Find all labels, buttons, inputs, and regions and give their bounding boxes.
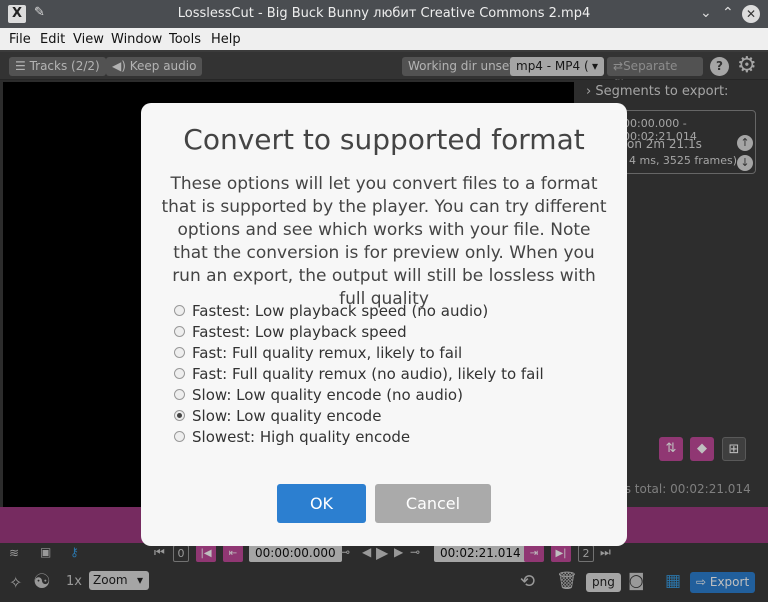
- maximize-icon[interactable]: ⌃: [722, 5, 734, 21]
- option-slow-no-audio[interactable]: Slow: Low quality encode (no audio): [174, 384, 544, 405]
- menu-window[interactable]: Window: [111, 32, 162, 47]
- close-icon[interactable]: ✕: [742, 5, 760, 23]
- menu-help[interactable]: Help: [211, 32, 241, 47]
- menu-tools[interactable]: Tools: [169, 32, 201, 47]
- menu-edit[interactable]: Edit: [40, 32, 65, 47]
- option-fastest[interactable]: Fastest: Low playback speed: [174, 321, 544, 342]
- radio-button[interactable]: [174, 368, 185, 379]
- menu-view[interactable]: View: [73, 32, 104, 47]
- option-slowest-high-quality[interactable]: Slowest: High quality encode: [174, 426, 544, 447]
- menu-file[interactable]: File: [9, 32, 31, 47]
- option-label: Slow: Low quality encode (no audio): [192, 385, 463, 404]
- conversion-options: Fastest: Low playback speed (no audio) F…: [174, 300, 544, 447]
- option-label: Fast: Full quality remux, likely to fail: [192, 343, 463, 362]
- option-fastest-no-audio[interactable]: Fastest: Low playback speed (no audio): [174, 300, 544, 321]
- radio-button-checked[interactable]: [174, 410, 185, 421]
- radio-button[interactable]: [174, 326, 185, 337]
- radio-button[interactable]: [174, 347, 185, 358]
- dialog-title: Convert to supported format: [183, 123, 585, 156]
- option-label: Slow: Low quality encode: [192, 406, 382, 425]
- radio-button[interactable]: [174, 431, 185, 442]
- radio-button[interactable]: [174, 389, 185, 400]
- radio-button[interactable]: [174, 305, 185, 316]
- window-title: LosslessCut - Big Buck Bunny любит Creat…: [177, 6, 591, 21]
- menu-bar: File Edit View Window Tools Help: [0, 28, 768, 50]
- option-label: Fastest: Low playback speed (no audio): [192, 301, 489, 320]
- convert-format-dialog: Convert to supported format These option…: [141, 103, 627, 546]
- ok-button[interactable]: OK: [277, 484, 366, 523]
- option-fast-remux-no-audio[interactable]: Fast: Full quality remux (no audio), lik…: [174, 363, 544, 384]
- option-label: Fastest: Low playback speed: [192, 322, 407, 341]
- cancel-button[interactable]: Cancel: [375, 484, 491, 523]
- dialog-description: These options will let you convert files…: [161, 174, 607, 309]
- minimize-icon[interactable]: ⌄: [700, 5, 712, 21]
- option-fast-remux[interactable]: Fast: Full quality remux, likely to fail: [174, 342, 544, 363]
- option-label: Fast: Full quality remux (no audio), lik…: [192, 364, 544, 383]
- option-slow[interactable]: Slow: Low quality encode: [174, 405, 544, 426]
- title-bar: X ✎ LosslessCut - Big Buck Bunny любит C…: [0, 0, 768, 28]
- option-label: Slowest: High quality encode: [192, 427, 411, 446]
